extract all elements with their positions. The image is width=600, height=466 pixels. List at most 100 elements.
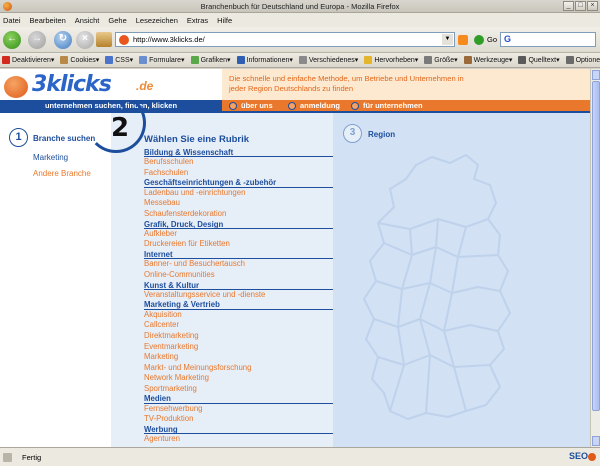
menu-lesezeichen[interactable]: Lesezeichen	[136, 16, 178, 25]
disable-icon	[2, 56, 10, 64]
devbar-item-0[interactable]: Deaktivieren▾	[2, 56, 54, 64]
branch-link-andere[interactable]: Andere Branche	[33, 169, 91, 178]
site-logo[interactable]: 3klicks	[32, 72, 112, 97]
scrollbar-thumb[interactable]	[592, 81, 600, 411]
rubrik-category: Bildung & Wissenschaft	[144, 148, 333, 158]
rubrik-link[interactable]: Veranstaltungsservice und -dienste	[144, 290, 333, 301]
step-1-panel: 1 Branche suchen Marketing Andere Branch…	[0, 113, 111, 447]
menu-datei[interactable]: Datei	[3, 16, 21, 25]
home-button[interactable]	[96, 32, 112, 47]
rubrik-link[interactable]: Marketing	[144, 352, 333, 363]
branch-link-marketing[interactable]: Marketing	[33, 153, 68, 162]
rubrik-link[interactable]: Ladenbau und -einrichtungen	[144, 188, 333, 199]
rubrik-link[interactable]: Callcenter	[144, 320, 333, 331]
resize-icon	[424, 56, 433, 64]
back-arrow-icon: ←	[7, 33, 17, 44]
nav-link-ueber-uns[interactable]: über uns	[229, 101, 273, 110]
nav-link-anmeldung[interactable]: anmeldung	[288, 101, 340, 110]
rubrik-link[interactable]: Online-Communities	[144, 270, 333, 281]
menu-ansicht[interactable]: Ansicht	[75, 16, 100, 25]
site-favicon-icon	[119, 35, 129, 45]
devbar-item-3[interactable]: Formulare▾	[139, 56, 185, 64]
rubrik-link[interactable]: Sportmarketing	[144, 384, 333, 395]
window-titlebar: Branchenbuch für Deutschland und Europa …	[0, 0, 600, 13]
germany-map[interactable]	[350, 143, 520, 433]
web-page: 3klicks .de Die schnelle und einfache Me…	[0, 69, 590, 447]
devbar-item-10[interactable]: Quelltext▾	[518, 56, 560, 64]
close-button[interactable]: ×	[587, 1, 598, 11]
back-button[interactable]: ←	[3, 31, 21, 49]
rubrik-link[interactable]: TV-Produktion	[144, 414, 333, 425]
navigation-toolbar: ← → ↻ × http://www.3klicks.de/ ▼ Go G	[0, 27, 600, 53]
scroll-down-button[interactable]	[592, 436, 600, 446]
misc-icon	[298, 56, 307, 64]
devbar-item-label: CSS▾	[115, 57, 134, 64]
devbar-item-1[interactable]: Cookies▾	[60, 56, 99, 64]
rubrik-link[interactable]: Fachschulen	[144, 168, 333, 179]
menu-extras[interactable]: Extras	[187, 16, 208, 25]
rubrik-category: Werbung	[144, 425, 333, 435]
stop-button[interactable]: ×	[76, 31, 94, 49]
menu-hilfe[interactable]: Hilfe	[217, 16, 232, 25]
seo-badge[interactable]: SEO	[569, 451, 588, 461]
addon-status-icon[interactable]	[588, 453, 596, 461]
minimize-button[interactable]: _	[563, 1, 574, 11]
rubrik-link[interactable]: Druckereien für Etiketten	[144, 239, 333, 250]
devbar-item-9[interactable]: Werkzeuge▾	[463, 56, 512, 64]
url-bar[interactable]: http://www.3klicks.de/ ▼	[115, 32, 455, 47]
rubrik-link[interactable]: Network Marketing	[144, 373, 333, 384]
reload-button[interactable]: ↻	[54, 31, 72, 49]
rubrik-link[interactable]: Agenturen	[144, 434, 333, 445]
devbar-item-5[interactable]: Informationen▾	[236, 56, 293, 64]
rubrik-list: Bildung & Wissenschaft Berufsschulen Fachs…	[144, 148, 333, 445]
devbar-item-6[interactable]: Verschiedenes▾	[298, 56, 358, 64]
devbar-item-label: Hervorheben▾	[374, 57, 419, 64]
devbar-item-2[interactable]: CSS▾	[105, 56, 133, 64]
stop-icon: ×	[82, 33, 88, 44]
maximize-button[interactable]: □	[575, 1, 586, 11]
rubrik-link[interactable]: Fernsehwerbung	[144, 404, 333, 415]
rubrik-category: Grafik, Druck, Design	[144, 220, 333, 229]
step-2-number: 2	[111, 113, 130, 143]
bullet-circle-icon	[288, 101, 296, 110]
menu-gehe[interactable]: Gehe	[108, 16, 126, 25]
rubrik-link[interactable]: Markt- und Meinungsforschung	[144, 363, 333, 374]
nav-link-fuer-unternehmen[interactable]: für unternehmen	[351, 101, 423, 110]
rubrik-link[interactable]: Schaufensterdekoration	[144, 209, 333, 220]
rubrik-link[interactable]: Berufsschulen	[144, 157, 333, 168]
rubrik-link[interactable]: Akquisition	[144, 310, 333, 321]
search-input[interactable]: G	[500, 32, 596, 47]
rubrik-link[interactable]: Direktmarketing	[144, 331, 333, 342]
source-icon	[518, 56, 527, 64]
scroll-up-button[interactable]	[592, 70, 600, 80]
rss-feed-icon[interactable]	[458, 35, 468, 45]
devbar-item-label: Grafiken▾	[200, 57, 231, 64]
highlight-icon	[364, 56, 373, 64]
vertical-scrollbar[interactable]	[590, 69, 600, 447]
status-text: Fertig	[22, 453, 42, 462]
step-1-label: Branche suchen	[33, 134, 96, 143]
devbar-item-7[interactable]: Hervorheben▾	[364, 56, 418, 64]
rubrik-category: Medien	[144, 394, 333, 404]
bullet-circle-icon	[229, 101, 237, 110]
rubrik-link[interactable]: Messebau	[144, 198, 333, 209]
status-bar: Fertig SEO	[0, 447, 600, 466]
css-icon	[105, 56, 114, 64]
forward-button[interactable]: →	[28, 31, 46, 49]
rubrik-link[interactable]: Aufkleber	[144, 229, 333, 240]
devbar-item-4[interactable]: Grafiken▾	[190, 56, 231, 64]
step-3-number: 3	[343, 124, 362, 143]
menu-bearbeiten[interactable]: Bearbeiten	[30, 16, 66, 25]
google-search-icon: G	[504, 34, 512, 44]
rubrik-link[interactable]: Banner- und Besuchertausch	[144, 259, 333, 270]
go-icon[interactable]	[474, 35, 484, 45]
form-icon	[139, 56, 148, 64]
rubrik-category: Internet	[144, 250, 333, 260]
web-developer-toolbar: Deaktivieren▾ Cookies▾ CSS▾ Formulare▾ Grafi…	[0, 53, 600, 68]
url-dropdown-icon[interactable]: ▼	[442, 34, 453, 45]
go-button[interactable]: Go	[487, 35, 497, 44]
devbar-item-label: Formulare▾	[149, 57, 185, 64]
rubrik-link[interactable]: Eventmarketing	[144, 342, 333, 353]
devbar-item-8[interactable]: Größe▾	[424, 56, 458, 64]
devbar-item-11[interactable]: Optionen▾	[565, 56, 600, 64]
